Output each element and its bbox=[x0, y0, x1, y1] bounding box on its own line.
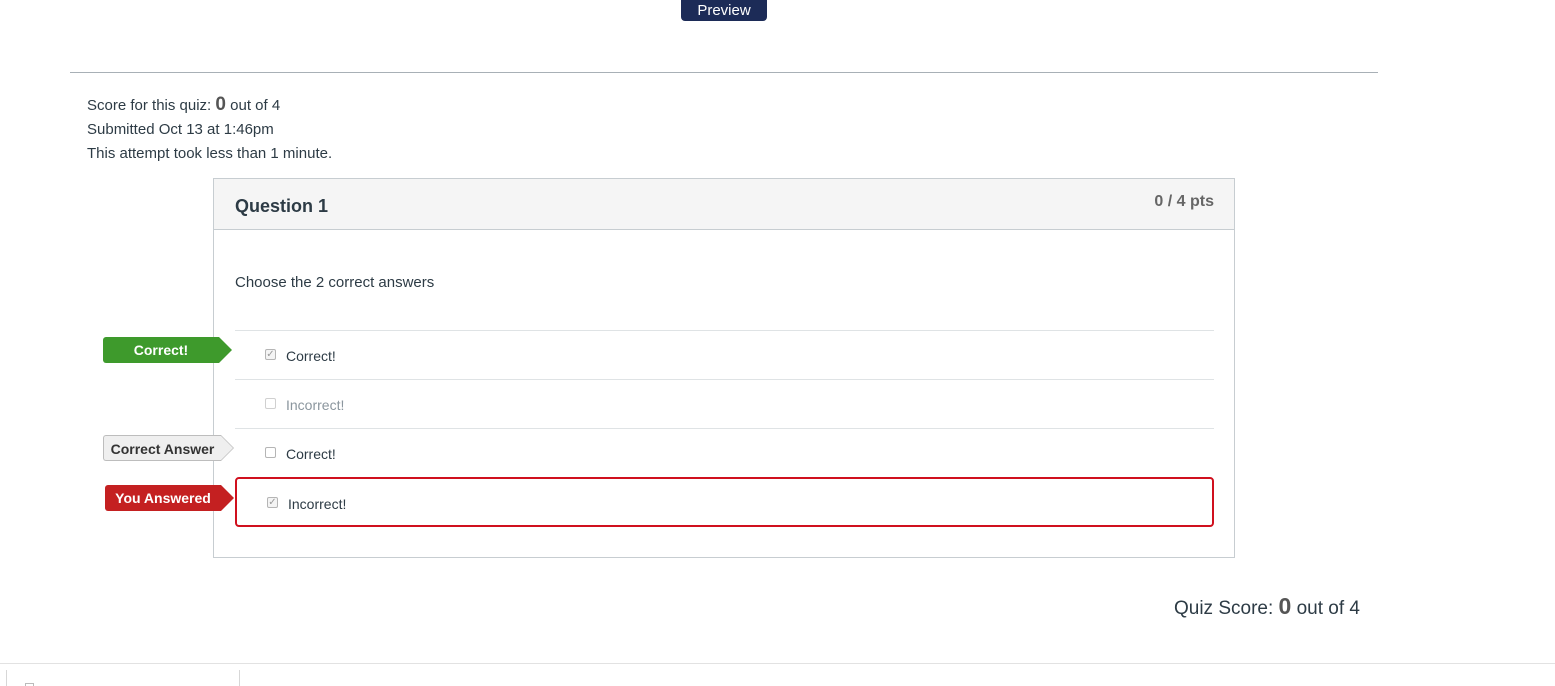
correct-answer-flag-label: Correct Answer bbox=[110, 441, 215, 457]
question-prompt: Choose the 2 correct answers bbox=[235, 274, 435, 291]
score-value: 0 bbox=[215, 94, 226, 115]
checkbox-empty-icon[interactable] bbox=[265, 447, 276, 458]
bottom-separator bbox=[6, 670, 7, 686]
answer-label: Correct! bbox=[286, 446, 336, 462]
correct-flag-label: Correct! bbox=[133, 342, 189, 358]
quiz-summary: Score for this quiz: 0 out of 4 Submitte… bbox=[87, 93, 332, 167]
checkbox-checked-icon[interactable]: ✓ bbox=[267, 497, 278, 508]
quiz-score-prefix: Quiz Score: bbox=[1173, 598, 1279, 619]
question-header: Question 1 0 / 4 pts bbox=[214, 179, 1234, 230]
answer-label: Correct! bbox=[286, 348, 336, 364]
bottom-separator bbox=[239, 670, 240, 686]
quiz-score-value: 0 bbox=[1278, 593, 1292, 619]
score-prefix: Score for this quiz: bbox=[87, 97, 216, 114]
correct-answer-flag: Correct Answer bbox=[103, 435, 234, 461]
duration-line: This attempt took less than 1 minute. bbox=[87, 145, 333, 162]
answer-label: Incorrect! bbox=[286, 397, 345, 413]
flag-arrow-icon bbox=[219, 337, 232, 363]
quiz-score-suffix: out of 4 bbox=[1291, 598, 1360, 619]
question-title: Question 1 bbox=[235, 196, 329, 216]
you-answered-flag-label: You Answered bbox=[115, 490, 211, 506]
bottom-bar bbox=[0, 663, 1555, 686]
you-answered-flag: You Answered bbox=[105, 485, 234, 511]
quiz-results-page: Preview Score for this quiz: 0 out of 4 … bbox=[0, 0, 1555, 686]
answer-option: Correct! bbox=[235, 428, 1214, 477]
answer-list: ✓ Correct! Incorrect! Correct! ✓ Incorre… bbox=[235, 330, 1214, 527]
score-line: Score for this quiz: 0 out of 4 bbox=[87, 93, 332, 118]
flag-arrow-icon bbox=[221, 485, 234, 511]
quiz-score: Quiz Score: 0 out of 4 bbox=[1174, 593, 1360, 620]
submitted-line: Submitted Oct 13 at 1:46pm bbox=[87, 120, 274, 138]
question-card: Question 1 0 / 4 pts Choose the 2 correc… bbox=[213, 178, 1235, 558]
correct-flag: Correct! bbox=[103, 337, 232, 363]
score-suffix: out of 4 bbox=[225, 97, 281, 114]
flag-arrow-fill bbox=[221, 436, 233, 460]
answer-option: ✓ Correct! bbox=[235, 330, 1214, 379]
answer-option-selected-wrong: ✓ Incorrect! bbox=[235, 477, 1214, 527]
answer-label: Incorrect! bbox=[288, 496, 347, 512]
checkbox-empty-icon[interactable] bbox=[265, 398, 276, 409]
checkbox-checked-icon[interactable]: ✓ bbox=[265, 349, 276, 360]
question-points: 0 / 4 pts bbox=[1154, 193, 1214, 210]
top-divider bbox=[70, 72, 1378, 73]
preview-button[interactable]: Preview bbox=[681, 0, 767, 21]
answer-option: Incorrect! bbox=[235, 379, 1214, 428]
